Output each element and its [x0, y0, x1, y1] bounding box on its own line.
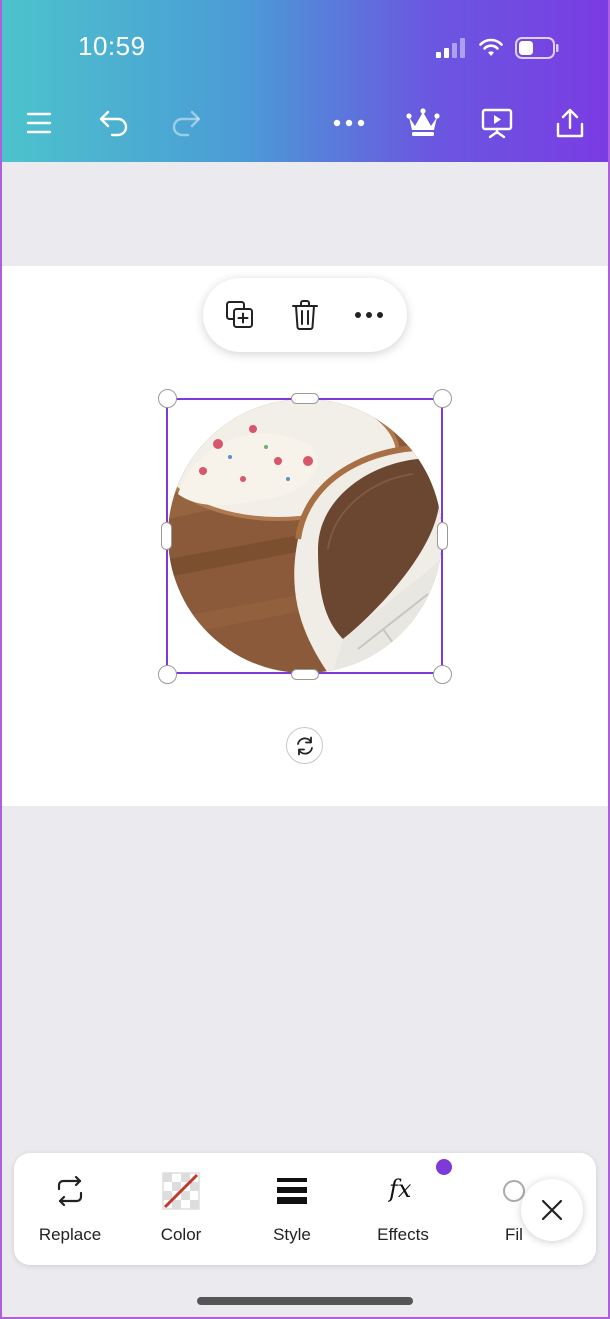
effects-icon: fx [347, 1173, 459, 1209]
battery-icon [515, 37, 559, 59]
svg-text:fx: fx [388, 1175, 412, 1203]
wifi-icon [479, 38, 503, 56]
undo-icon[interactable] [95, 104, 133, 142]
resize-handle-bottom-left[interactable] [158, 665, 177, 684]
resize-handle-top-right[interactable] [433, 389, 452, 408]
resize-handle-left[interactable] [161, 522, 172, 550]
share-icon[interactable] [551, 104, 589, 142]
context-menu [203, 278, 407, 352]
bottom-toolbar: Replace Color Style fx Effects Fil [14, 1153, 596, 1265]
resize-handle-bottom-right[interactable] [433, 665, 452, 684]
style-button[interactable]: Style [236, 1153, 348, 1265]
close-icon [541, 1199, 563, 1221]
replace-label: Replace [38, 1225, 102, 1244]
resize-handle-bottom[interactable] [291, 669, 319, 680]
top-bar: 10:59 [0, 0, 610, 162]
effects-label: Effects [377, 1225, 429, 1244]
menu-icon[interactable] [20, 104, 58, 142]
selection-box [166, 398, 443, 674]
style-icon [236, 1173, 348, 1209]
color-label: Color [160, 1225, 202, 1244]
resize-handle-right[interactable] [437, 522, 448, 550]
rotate-button[interactable] [286, 727, 323, 764]
replace-button[interactable]: Replace [14, 1153, 126, 1265]
signal-icon [436, 38, 465, 58]
more-icon[interactable] [330, 104, 368, 142]
replace-icon [14, 1173, 126, 1209]
crown-icon[interactable] [404, 104, 442, 142]
more-icon[interactable] [351, 297, 387, 333]
color-button[interactable]: Color [125, 1153, 237, 1265]
trash-icon[interactable] [287, 297, 323, 333]
color-icon [125, 1172, 237, 1210]
style-label: Style [273, 1225, 311, 1244]
present-icon[interactable] [478, 104, 516, 142]
redo-icon[interactable] [167, 104, 205, 142]
new-badge [436, 1159, 452, 1175]
resize-handle-top-left[interactable] [158, 389, 177, 408]
resize-handle-top[interactable] [291, 393, 319, 404]
home-indicator[interactable] [197, 1297, 413, 1305]
close-button[interactable] [521, 1179, 583, 1241]
duplicate-icon[interactable] [222, 297, 258, 333]
status-time: 10:59 [78, 31, 146, 61]
rotate-icon [296, 736, 313, 755]
